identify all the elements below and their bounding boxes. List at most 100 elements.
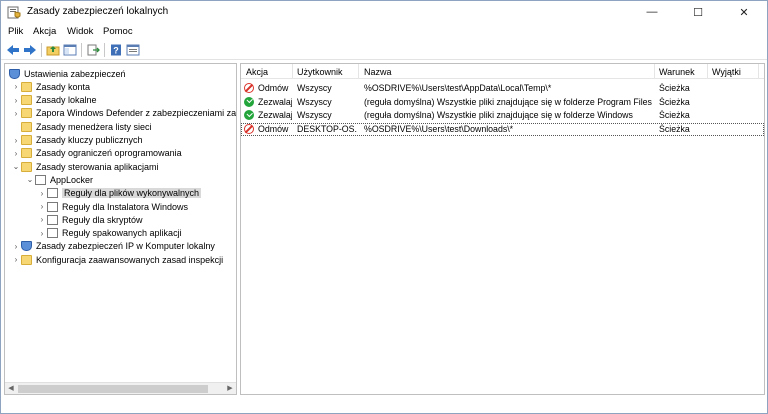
tree-item-label: Zasady kluczy publicznych bbox=[36, 135, 143, 145]
cell-name: %OSDRIVE%\Users\test\AppData\Local\Temp\… bbox=[364, 83, 552, 93]
column-header-nazwa[interactable]: Nazwa bbox=[364, 67, 392, 77]
column-header-akcja[interactable]: Akcja bbox=[246, 67, 268, 77]
show-hide-tree-icon bbox=[63, 44, 77, 56]
tree-item[interactable]: Ustawienia zabezpieczeń bbox=[9, 67, 126, 80]
properties-icon bbox=[126, 44, 140, 56]
cell-user: DESKTOP-OS... bbox=[297, 123, 357, 134]
allow-check-icon bbox=[244, 96, 254, 107]
tree-item-label: Zasady konta bbox=[36, 81, 91, 92]
table-row[interactable]: Zezwalaj Wszyscy (reguła domyślna) Wszystk… bbox=[241, 96, 764, 109]
tree-item[interactable]: › Zasady lokalne bbox=[11, 94, 97, 107]
expand-chevron-icon[interactable]: › bbox=[11, 109, 21, 118]
forward-icon bbox=[24, 45, 36, 55]
show-hide-tree-button[interactable] bbox=[62, 42, 78, 58]
tree-item-label: Zasady lokalne bbox=[36, 95, 97, 106]
shield-icon bbox=[9, 68, 20, 79]
properties-button[interactable] bbox=[125, 42, 141, 58]
tree-item-label: Zasady sterowania aplikacjami bbox=[36, 161, 159, 172]
maximize-icon: ☐ bbox=[693, 6, 703, 19]
expand-chevron-icon[interactable]: › bbox=[37, 215, 47, 224]
column-divider[interactable] bbox=[654, 64, 655, 79]
tree-item-label: Reguły dla skryptów bbox=[62, 214, 143, 225]
cell-akcja: Odmów bbox=[258, 83, 289, 93]
expand-chevron-icon[interactable]: › bbox=[11, 136, 21, 145]
tree-item[interactable]: › Reguły dla skryptów bbox=[37, 213, 143, 226]
column-divider[interactable] bbox=[707, 64, 708, 79]
tree-item[interactable]: › Zasady ograniczeń oprogramowania bbox=[11, 147, 182, 160]
expand-chevron-icon[interactable]: › bbox=[11, 82, 21, 91]
menu-plik[interactable]: Plik bbox=[8, 26, 23, 37]
tree-item-label: Zasady ograniczeń oprogramowania bbox=[36, 148, 182, 159]
column-divider[interactable] bbox=[758, 64, 759, 79]
maximize-button[interactable]: ☐ bbox=[675, 1, 721, 23]
rule-node-icon bbox=[47, 201, 58, 212]
rule-node-icon bbox=[47, 228, 58, 239]
rule-node-icon bbox=[47, 214, 58, 225]
close-button[interactable]: ✕ bbox=[721, 1, 767, 23]
tree-item[interactable]: › Reguły dla plików wykonywalnych bbox=[37, 187, 202, 200]
cell-user: Wszyscy bbox=[297, 110, 332, 120]
column-header-wyjatki[interactable]: Wyjątki bbox=[712, 67, 741, 77]
table-row[interactable]: Odmów DESKTOP-OS... %OSDRIVE%\Users\test\D… bbox=[241, 122, 764, 136]
tree-item[interactable]: › Zasady kluczy publicznych bbox=[11, 134, 143, 147]
table-row[interactable]: Zezwalaj Wszyscy (reguła domyślna) Wszystk… bbox=[241, 109, 764, 122]
scroll-right-icon[interactable]: ▶ bbox=[224, 384, 236, 394]
minimize-icon: — bbox=[646, 6, 658, 18]
back-button[interactable] bbox=[5, 42, 21, 58]
minimize-button[interactable]: — bbox=[629, 1, 675, 23]
scrollbar-thumb[interactable] bbox=[18, 385, 208, 393]
tree-item[interactable]: ⌄ AppLocker bbox=[25, 173, 93, 186]
rule-node-icon bbox=[35, 174, 46, 185]
back-icon bbox=[7, 45, 19, 55]
help-button[interactable]: ? bbox=[108, 42, 124, 58]
menu-akcja[interactable]: Akcja bbox=[33, 26, 56, 37]
tree-item[interactable]: › Reguły dla Instalatora Windows bbox=[37, 200, 188, 213]
export-list-button[interactable] bbox=[85, 42, 101, 58]
collapse-chevron-icon[interactable]: ⌄ bbox=[25, 175, 35, 184]
expand-chevron-icon[interactable]: › bbox=[11, 242, 21, 251]
up-folder-icon bbox=[46, 46, 60, 56]
expand-chevron-icon[interactable]: › bbox=[37, 229, 47, 238]
collapse-chevron-icon[interactable]: ⌄ bbox=[11, 162, 21, 171]
cell-user: Wszyscy bbox=[297, 96, 332, 107]
tree-item-label: Zapora Windows Defender z zabezpieczenia… bbox=[36, 108, 237, 119]
tree-item[interactable]: › Zapora Windows Defender z zabezpieczeni… bbox=[11, 107, 237, 120]
tree-item[interactable]: › Zasady zabezpieczeń IP w Komputer lokal… bbox=[11, 240, 215, 253]
column-divider[interactable] bbox=[292, 64, 293, 79]
up-folder-button[interactable] bbox=[45, 42, 61, 58]
forward-button[interactable] bbox=[22, 42, 38, 58]
cell-name: (reguła domyślna) Wszystkie pliki znajdu… bbox=[364, 96, 652, 107]
navigation-tree: Ustawienia zabezpieczeń › Zasady konta › Zas… bbox=[4, 63, 237, 395]
cell-condition: Ścieżka bbox=[659, 123, 690, 134]
folder-icon bbox=[21, 108, 32, 119]
folder-icon bbox=[21, 95, 32, 106]
table-row[interactable]: Odmów Wszyscy %OSDRIVE%\Users\test\AppData… bbox=[241, 82, 764, 95]
folder-icon bbox=[21, 161, 32, 172]
menu-widok[interactable]: Widok bbox=[67, 26, 93, 37]
expand-chevron-icon[interactable]: › bbox=[11, 149, 21, 158]
deny-icon bbox=[244, 123, 254, 134]
shield-icon bbox=[21, 241, 32, 252]
rules-list: Akcja Użytkownik Nazwa Warunek Wyjątki O… bbox=[240, 63, 765, 395]
column-header-uzytkownik[interactable]: Użytkownik bbox=[297, 67, 343, 77]
export-list-icon bbox=[87, 44, 100, 56]
expand-chevron-icon[interactable]: › bbox=[11, 255, 21, 264]
cell-name: %OSDRIVE%\Users\test\Downloads\* bbox=[364, 123, 514, 134]
expand-chevron-icon[interactable]: › bbox=[37, 189, 47, 198]
tree-horizontal-scrollbar[interactable]: ◀ ▶ bbox=[5, 382, 236, 394]
tree-item[interactable]: Zasady menedżera listy sieci bbox=[11, 120, 152, 133]
tree-item-label: Ustawienia zabezpieczeń bbox=[24, 68, 126, 79]
expand-chevron-icon[interactable]: › bbox=[37, 202, 47, 211]
expand-chevron-icon[interactable]: › bbox=[11, 96, 21, 105]
column-header-warunek[interactable]: Warunek bbox=[659, 67, 695, 77]
tree-item[interactable]: › Zasady konta bbox=[11, 80, 90, 93]
tree-item[interactable]: ⌄ Zasady sterowania aplikacjami bbox=[11, 160, 159, 173]
tree-item[interactable]: › Reguły spakowanych aplikacji bbox=[37, 227, 182, 240]
tree-item-label: Reguły spakowanych aplikacji bbox=[62, 228, 182, 239]
svg-text:?: ? bbox=[113, 46, 119, 56]
tree-item[interactable]: › Konfiguracja zaawansowanych zasad inspe… bbox=[11, 253, 223, 266]
column-divider[interactable] bbox=[358, 64, 359, 79]
tree-item-label: Reguły dla Instalatora Windows bbox=[62, 201, 189, 212]
scroll-left-icon[interactable]: ◀ bbox=[5, 384, 17, 394]
menu-pomoc[interactable]: Pomoc bbox=[103, 26, 133, 37]
